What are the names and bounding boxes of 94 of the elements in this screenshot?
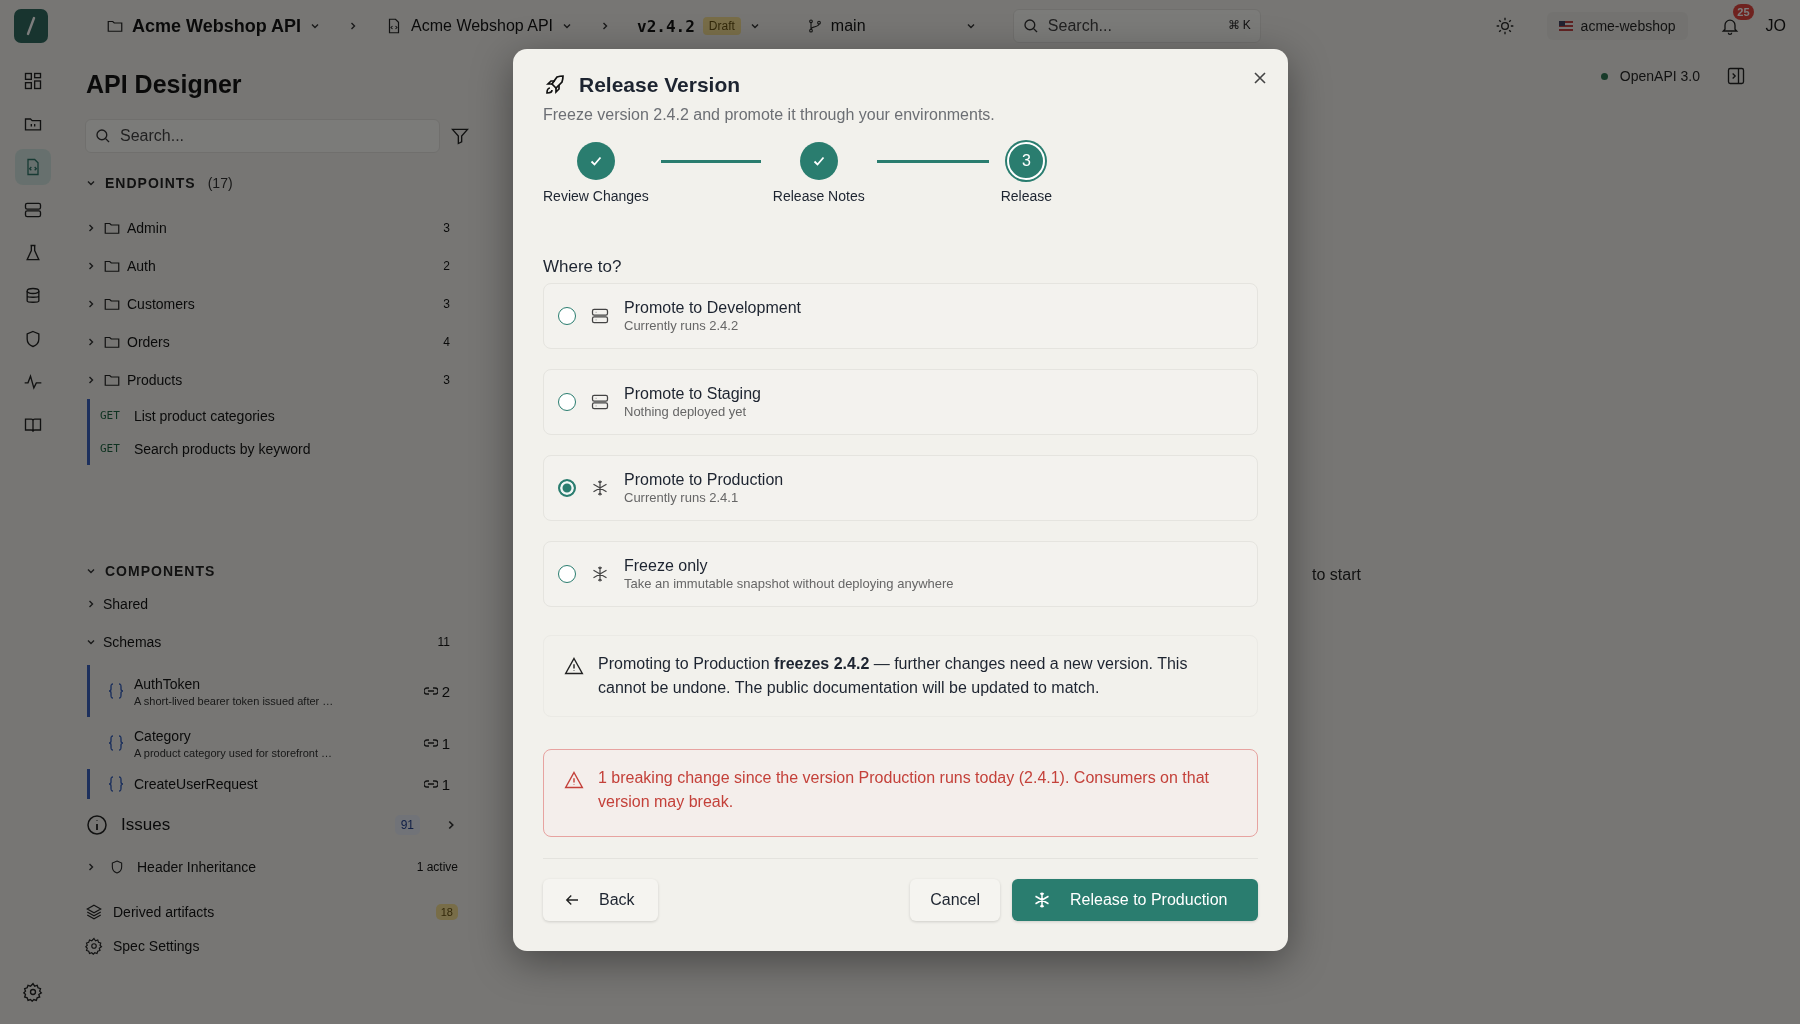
schema-item[interactable]: CreateUserRequest 1 [87, 769, 470, 799]
folder-item[interactable]: Products 3 [85, 361, 470, 399]
version-selector[interactable]: v2.4.2 Draft [629, 10, 769, 42]
folder-item[interactable]: Auth 2 [85, 247, 470, 285]
rocket-icon [543, 73, 567, 97]
user-initials[interactable]: JO [1765, 17, 1786, 35]
link-icon [423, 738, 438, 748]
notification-count: 25 [1733, 4, 1754, 20]
snowflake-icon [1032, 890, 1052, 910]
back-button[interactable]: Back [543, 879, 658, 921]
server-icon [590, 392, 610, 412]
component-group[interactable]: Schemas 11 [85, 623, 470, 661]
branch-icon [806, 18, 823, 34]
step-label: Release [1000, 188, 1053, 204]
flag-icon [1558, 21, 1573, 31]
alert-text: 1 breaking change since the version Production runs today (2.4.1). Consumers on that version may break. [598, 768, 1210, 812]
spec-settings-item[interactable]: Spec Settings [85, 929, 470, 963]
option-detail: Take an immutable snapshot without deploying anywhere [624, 576, 954, 591]
workspace-selector[interactable]: acme-webshop [1546, 12, 1688, 40]
step-indicator: 3 [1007, 142, 1046, 180]
option-title: Promote to Staging [624, 385, 761, 403]
server-icon [22, 200, 43, 220]
dashboard-icon [22, 71, 43, 91]
warning-icon [564, 656, 584, 676]
endpoints-section-header[interactable]: ENDPOINTS (17) [85, 173, 470, 193]
release-button[interactable]: Release to Production [1012, 879, 1258, 921]
notice-text: Promoting to Production freezes 2.4.2 — further changes need a new version. This cannot be undone. The public documentation will be updated to match. [598, 654, 1189, 698]
question-label: Where to? [543, 257, 623, 277]
link-icon [423, 686, 438, 696]
settings-icon [85, 937, 103, 955]
branch-selector[interactable]: main [798, 11, 985, 41]
snowflake-icon [590, 478, 610, 498]
search-icon [1021, 17, 1040, 35]
filter-icon[interactable] [450, 126, 470, 146]
folder-item[interactable]: Customers 3 [85, 285, 470, 323]
destination-option[interactable]: Promote to Production Currently runs 2.4.1 [543, 455, 1258, 521]
dialog-title: Release Version [579, 73, 742, 97]
issue-count: 91 [394, 815, 420, 835]
status-dot [1600, 72, 1608, 80]
option-detail: Currently runs 2.4.1 [624, 490, 740, 505]
option-title: Promote to Development [624, 299, 801, 317]
schema-item[interactable]: Category A product category used for storefront … 1 [87, 717, 470, 769]
folder-item[interactable]: Orders 4 [85, 323, 470, 361]
option-title: Freeze only [624, 557, 709, 575]
radio-button[interactable] [558, 565, 576, 583]
header-inheritance-item[interactable]: Header Inheritance 1 active [85, 847, 470, 887]
empty-state-hint: to start [1312, 566, 1361, 583]
option-detail: Nothing deployed yet [624, 404, 748, 419]
components-section-header[interactable]: COMPONENTS [85, 561, 470, 581]
destination-option[interactable]: Promote to Development Currently runs 2.4.2 [543, 283, 1258, 349]
server-icon [590, 306, 610, 326]
activity-icon [22, 372, 43, 392]
panel-toggle-icon[interactable] [1726, 66, 1746, 86]
radio-button[interactable] [558, 479, 576, 497]
sun-icon[interactable] [1494, 16, 1515, 36]
settings-icon[interactable] [22, 982, 43, 1002]
shortcut-hint: ⌘ K [1227, 18, 1251, 32]
folder-item[interactable]: Admin 3 [85, 209, 470, 247]
sidebar-title: API Designer [86, 70, 243, 99]
destination-option[interactable]: Freeze only Take an immutable snapshot without deploying anywhere [543, 541, 1258, 607]
radio-button[interactable] [558, 393, 576, 411]
info-icon [85, 813, 109, 837]
step-label: Review Changes [543, 188, 649, 204]
radio-button[interactable] [558, 307, 576, 325]
endpoint-item[interactable]: GET List product categories [87, 399, 470, 432]
snowflake-icon [590, 564, 610, 584]
braces-icon [108, 775, 124, 793]
artifact-count: 18 [435, 904, 458, 920]
step-label: Release Notes [772, 188, 865, 204]
search-icon [94, 127, 112, 145]
shield-icon [109, 859, 125, 875]
schema-item[interactable]: AuthToken A short-lived bearer token issued after … 2 [87, 665, 470, 717]
warning-icon [564, 770, 584, 790]
app-logo[interactable] [14, 9, 48, 43]
spec-selector[interactable]: Acme Webshop API [377, 11, 582, 41]
component-group[interactable]: Shared [85, 585, 470, 623]
link-icon [423, 779, 438, 789]
endpoint-item[interactable]: GET Search products by keyword [87, 432, 470, 465]
issues-panel[interactable]: Issues 91 [85, 805, 470, 845]
option-title: Promote to Production [624, 471, 784, 489]
cancel-button[interactable]: Cancel [910, 879, 1000, 921]
nav-rail-button[interactable] [14, 149, 51, 185]
braces-icon [108, 682, 124, 700]
option-detail: Currently runs 2.4.2 [624, 318, 740, 333]
layers-icon [85, 903, 103, 921]
close-icon [1252, 70, 1268, 86]
derived-artifacts-item[interactable]: Derived artifacts 18 [85, 895, 470, 929]
search-field[interactable]: Search... [85, 119, 440, 153]
braces-icon [108, 734, 124, 752]
destination-option[interactable]: Promote to Staging Nothing deployed yet [543, 369, 1258, 435]
spec-format-label: OpenAPI 3.0 [1619, 68, 1700, 84]
draft-badge: Draft [702, 17, 741, 35]
dialog-subtitle: Freeze version 2.4.2 and promote it through your environments. [543, 106, 996, 124]
project-selector[interactable]: Acme Webshop API [98, 9, 330, 43]
